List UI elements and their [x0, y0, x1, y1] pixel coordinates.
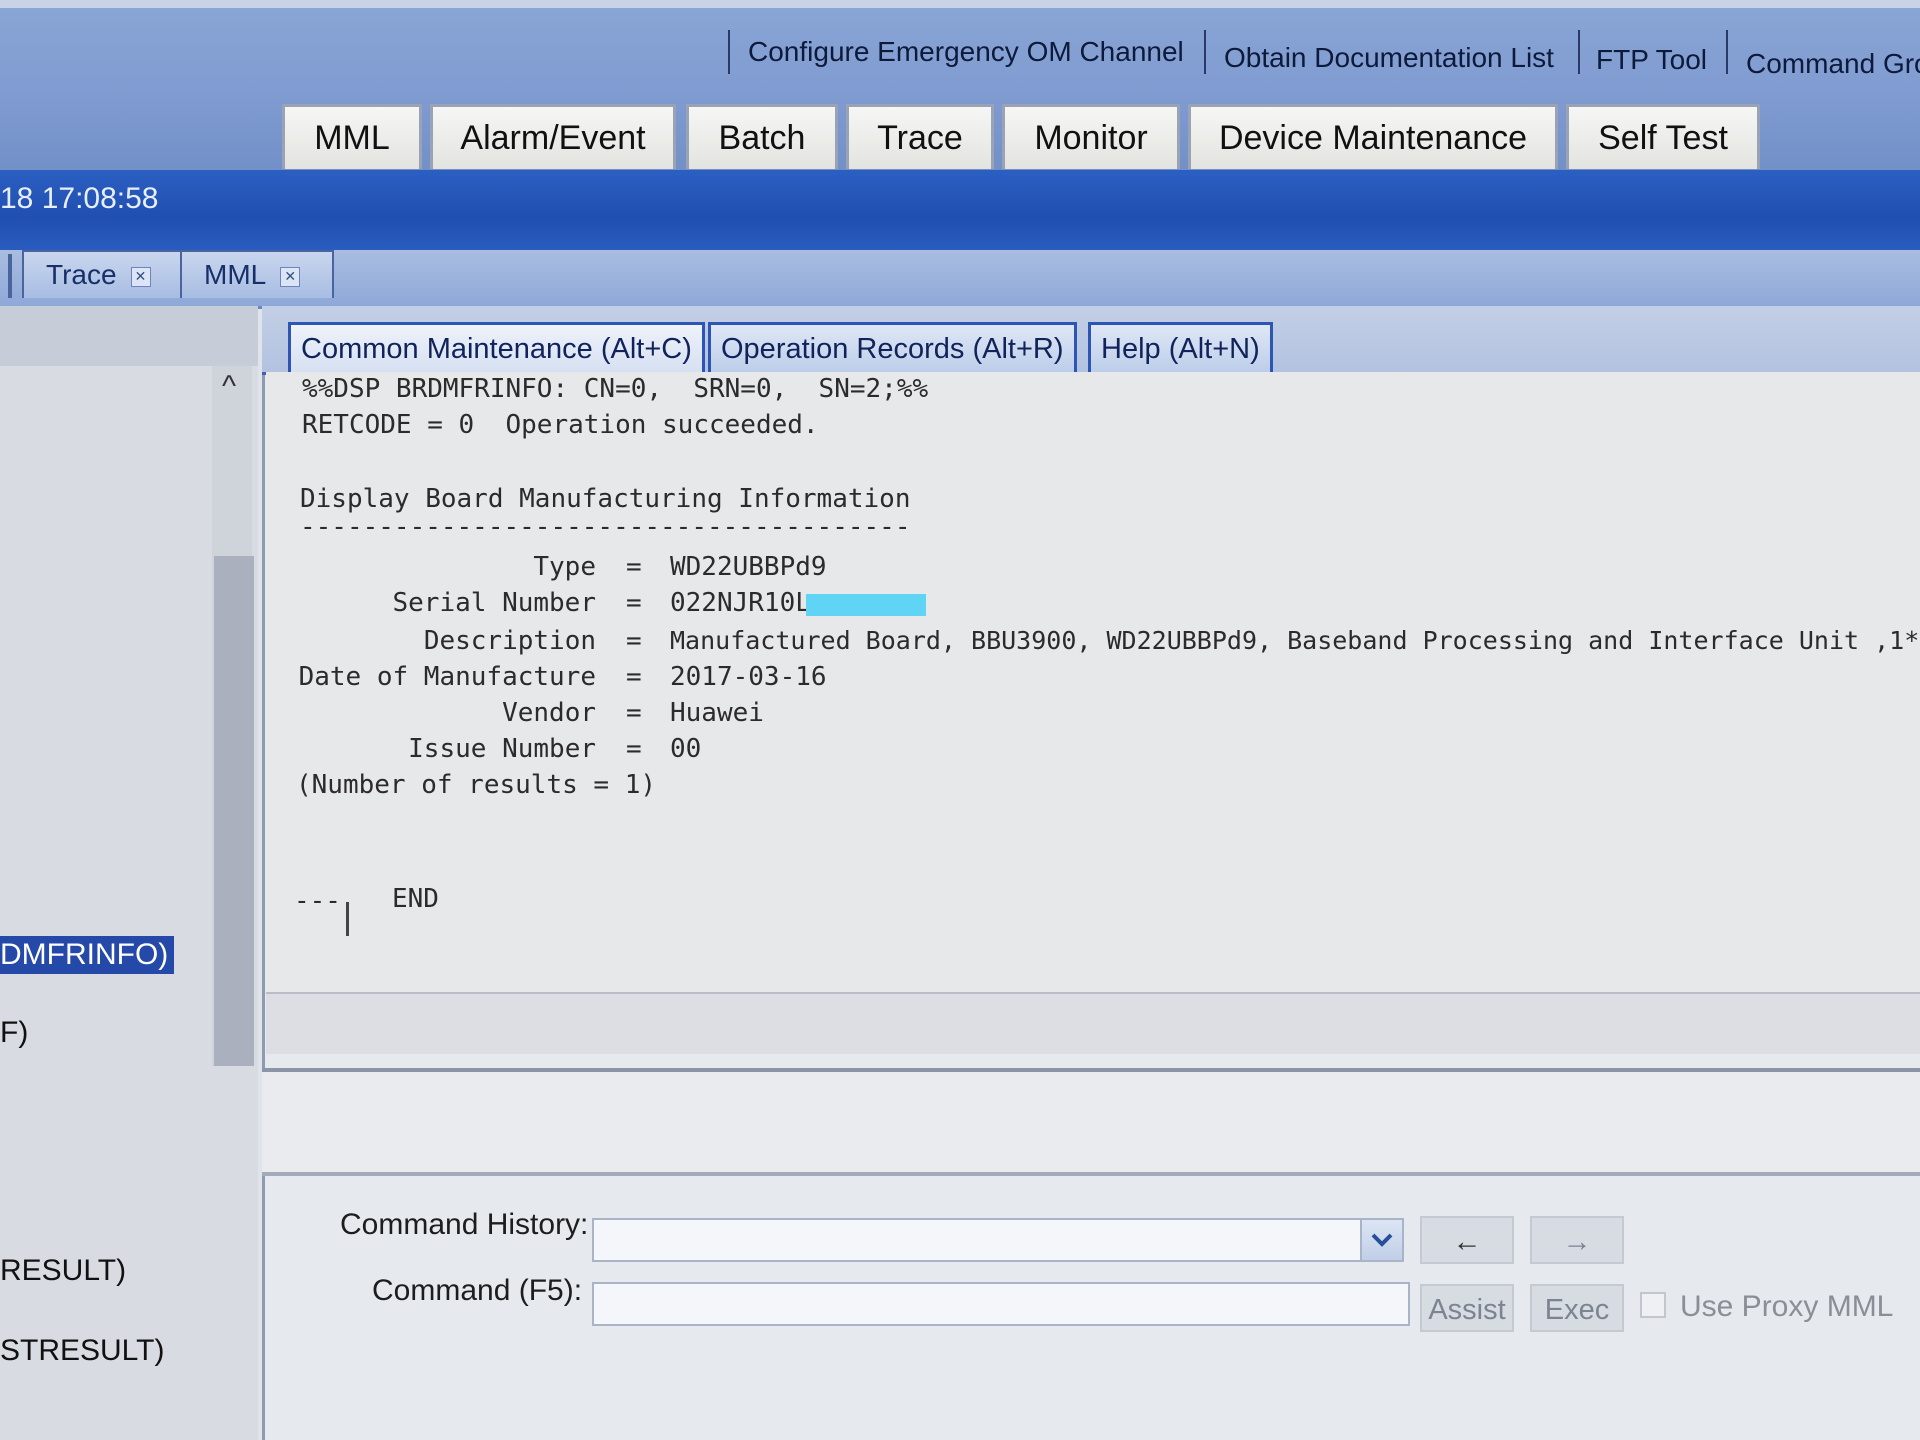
- exec-button[interactable]: Exec: [1530, 1284, 1624, 1332]
- history-next-button[interactable]: →: [1530, 1216, 1624, 1264]
- command-label: Command (F5):: [372, 1274, 583, 1307]
- use-proxy-mml-checkbox[interactable]: [1640, 1292, 1666, 1318]
- field-equals: =: [626, 662, 642, 692]
- tab-mml[interactable]: MML: [282, 104, 422, 169]
- field-key: Description: [423, 626, 596, 656]
- tab-trace[interactable]: Trace: [846, 104, 994, 169]
- field-value: WD22UBBPd9: [670, 552, 827, 582]
- end-marker: END: [392, 884, 439, 914]
- field-key: Vendor: [502, 698, 596, 728]
- command-echo: %%DSP BRDMFRINFO: CN=0, SRN=0, SN=2;%%: [302, 374, 929, 404]
- close-icon[interactable]: ✕: [280, 266, 301, 287]
- section-title: Display Board Manufacturing Information: [300, 484, 911, 514]
- field-key: Date of Manufacture: [298, 662, 596, 692]
- field-value: Huawei: [670, 698, 764, 728]
- field-value: 2017-03-16: [670, 662, 827, 692]
- ftp-tool-link[interactable]: FTP Tool: [1596, 40, 1707, 80]
- assist-button[interactable]: Assist: [1420, 1284, 1514, 1332]
- toolbar-separator: [1578, 30, 1580, 74]
- close-icon[interactable]: ✕: [130, 266, 151, 287]
- navigation-panel-header: [0, 306, 258, 366]
- tab-self-test[interactable]: Self Test: [1566, 104, 1760, 169]
- workspace-tab-label: Trace: [46, 259, 117, 290]
- result-row-serial-number: Serial Number = 022NJR10L: [266, 588, 1920, 628]
- result-row-vendor: Vendor = Huawei: [266, 698, 1920, 738]
- result-row-date-of-manufacture: Date of Manufacture = 2017-03-16: [266, 662, 1920, 702]
- window-title-strip: [0, 0, 1920, 8]
- section-separator: ---------------------------------------: [300, 512, 911, 542]
- tab-strip-grip: [8, 254, 12, 298]
- field-equals: =: [626, 734, 642, 764]
- redaction-mark: [806, 594, 926, 616]
- tab-help[interactable]: Help (Alt+N): [1088, 322, 1273, 373]
- panel-divider[interactable]: [262, 1172, 1920, 1176]
- toolbar-separator: [728, 30, 730, 74]
- command-output[interactable]: %%DSP BRDMFRINFO: CN=0, SRN=0, SN=2;%% R…: [266, 372, 1920, 992]
- navigation-scrollbar-thumb[interactable]: [214, 556, 254, 1066]
- toolbar-separator: [1204, 30, 1206, 74]
- end-dashes: ---: [294, 886, 341, 916]
- nav-item[interactable]: RESULT): [0, 1254, 126, 1288]
- field-value: 00: [670, 734, 702, 764]
- use-proxy-mml-label: Use Proxy MML: [1680, 1290, 1894, 1323]
- status-bar: [0, 170, 1920, 250]
- output-status-strip: [266, 992, 1920, 1054]
- configure-emergency-om-channel-link[interactable]: Configure Emergency OM Channel: [748, 32, 1184, 72]
- workspace-tab-mml[interactable]: MML ✕: [180, 250, 334, 298]
- tab-device-maintenance[interactable]: Device Maintenance: [1188, 104, 1558, 169]
- obtain-documentation-list-link[interactable]: Obtain Documentation List: [1224, 38, 1554, 78]
- toolbar-separator: [1726, 30, 1728, 74]
- field-value: 022NJR10L: [670, 588, 811, 618]
- chevron-down-icon[interactable]: [1360, 1218, 1404, 1262]
- history-previous-button[interactable]: ←: [1420, 1216, 1514, 1264]
- tab-common-maintenance[interactable]: Common Maintenance (Alt+C): [288, 322, 705, 373]
- nav-item[interactable]: F): [0, 1016, 28, 1050]
- field-equals: =: [626, 698, 642, 728]
- nav-item[interactable]: STRESULT): [0, 1334, 164, 1368]
- scroll-up-icon[interactable]: ^: [222, 370, 236, 404]
- tab-batch[interactable]: Batch: [686, 104, 838, 169]
- field-key: Serial Number: [392, 588, 597, 618]
- field-key: Type: [533, 552, 596, 582]
- workspace-tab-label: MML: [204, 259, 267, 290]
- result-row-description: Description = Manufactured Board, BBU390…: [266, 626, 1920, 666]
- field-equals: =: [626, 588, 642, 618]
- field-equals: =: [626, 626, 642, 656]
- field-equals: =: [626, 552, 642, 582]
- command-history-label: Command History:: [340, 1208, 589, 1241]
- result-row-type: Type = WD22UBBPd9: [266, 552, 1920, 592]
- result-row-issue-number: Issue Number = 00: [266, 734, 1920, 774]
- field-value: Manufactured Board, BBU3900, WD22UBBPd9,…: [670, 626, 1920, 655]
- command-history-dropdown[interactable]: [592, 1218, 1362, 1262]
- command-group-link[interactable]: Command Gro: [1746, 44, 1920, 84]
- command-parameter-area: [262, 1072, 1920, 1172]
- tab-monitor[interactable]: Monitor: [1002, 104, 1180, 169]
- status-timestamp: 18 17:08:58: [0, 182, 159, 215]
- tab-operation-records[interactable]: Operation Records (Alt+R): [708, 322, 1077, 373]
- tab-alarm-event[interactable]: Alarm/Event: [430, 104, 676, 169]
- field-key: Issue Number: [408, 734, 596, 764]
- result-count: (Number of results = 1): [296, 770, 657, 800]
- return-code: RETCODE = 0 Operation succeeded.: [302, 410, 819, 440]
- workspace-tab-trace[interactable]: Trace ✕: [22, 250, 188, 298]
- text-cursor-icon: [346, 902, 349, 936]
- command-input[interactable]: [592, 1282, 1410, 1326]
- nav-item-selected[interactable]: DMFRINFO): [0, 936, 175, 974]
